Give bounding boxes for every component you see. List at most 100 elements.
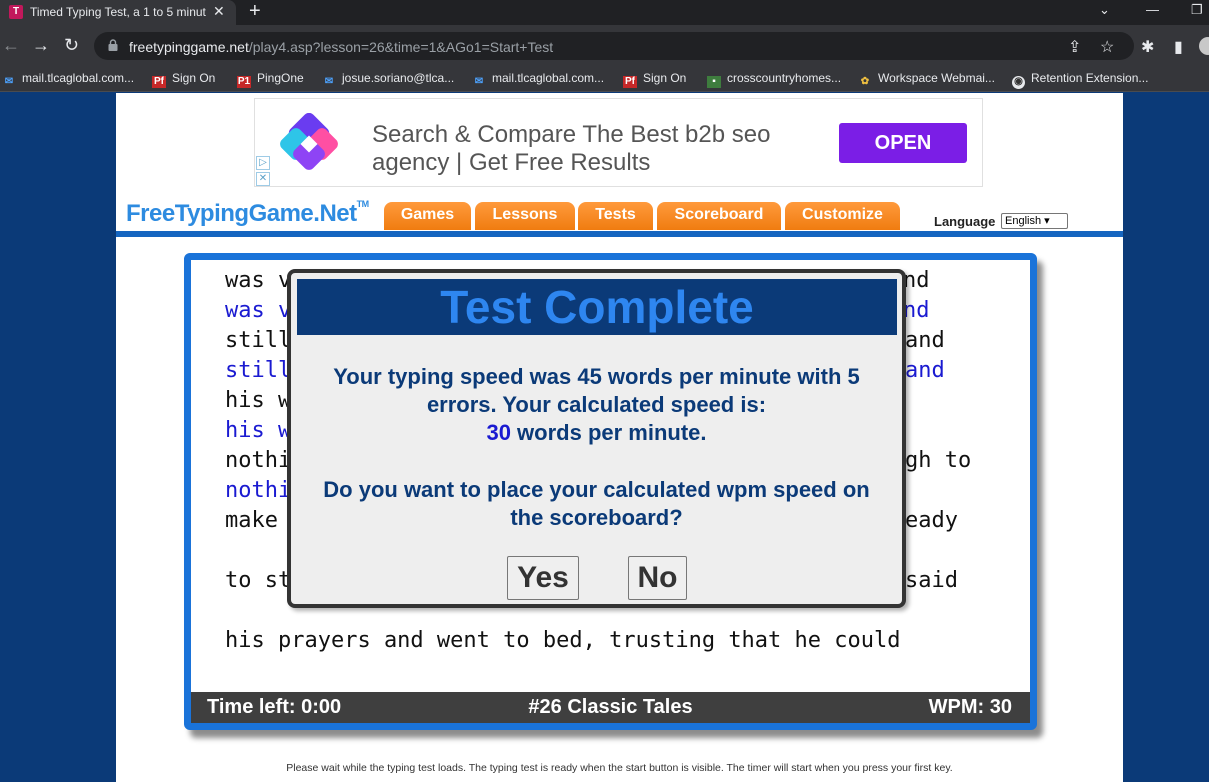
- loading-note: Please wait while the typing test loads.…: [286, 762, 953, 774]
- test-complete-dialog: Test Complete Your typing speed was 45 w…: [287, 269, 906, 608]
- bookmark-item[interactable]: ▪ crosscountryhomes...: [707, 71, 841, 88]
- ad-banner[interactable]: Search & Compare The Best b2b seo agency…: [254, 98, 983, 187]
- typed-line: still: [225, 358, 292, 383]
- text-line-tail: and: [905, 328, 945, 353]
- new-tab-icon[interactable]: +: [249, 0, 261, 23]
- tab-close-icon[interactable]: ✕: [213, 3, 225, 20]
- forward-icon[interactable]: →: [32, 35, 50, 55]
- typed-line-tail: and: [905, 358, 945, 383]
- ad-text: Search & Compare The Best b2b seo agency…: [372, 121, 771, 176]
- url-text: freetypinggame.net/play4.asp?lesson=26&t…: [129, 39, 553, 55]
- site-logo[interactable]: FreeTypingGame.NetTM: [126, 199, 369, 228]
- typed-line: his w: [225, 418, 292, 443]
- text-line: make: [225, 508, 278, 533]
- text-line-tail: said: [905, 568, 958, 593]
- back-icon[interactable]: ←: [2, 35, 20, 55]
- bookmark-item[interactable]: P1 PingOne: [237, 71, 304, 88]
- ad-logo-icon: [280, 113, 338, 170]
- dialog-title: Test Complete: [440, 281, 754, 333]
- bookmark-label: Retention Extension...: [1031, 71, 1149, 85]
- calculated-wpm: 30: [486, 420, 511, 445]
- lesson-title: #26 Classic Tales: [528, 696, 693, 718]
- result-line-2: errors. Your calculated speed is:: [426, 392, 767, 417]
- no-button[interactable]: No: [628, 556, 687, 600]
- workspace-icon: ✿: [860, 76, 870, 87]
- nav-games[interactable]: Games: [384, 202, 471, 230]
- address-bar[interactable]: freetypinggame.net/play4.asp?lesson=26&t…: [94, 32, 1134, 60]
- bookmark-label: crosscountryhomes...: [727, 71, 842, 85]
- bookmark-label: Sign On: [643, 71, 687, 85]
- result-line-3-suffix: words per minute.: [510, 420, 707, 445]
- address-toolbar: ← → ↻ freetypinggame.net/play4.asp?lesso…: [0, 25, 1209, 67]
- bookmarks-bar: ✉ mail.tlcaglobal.com... Pf Sign On P1 Ping…: [0, 67, 1209, 92]
- bookmark-star-icon[interactable]: ☆: [1100, 37, 1114, 57]
- url-path: /play4.asp?lesson=26&time=1&AGo1=Start+T…: [248, 39, 554, 55]
- typed-line: was v: [225, 298, 292, 323]
- language-label: Language: [934, 214, 996, 229]
- text-line: to st: [225, 568, 292, 593]
- text-line: was v: [225, 268, 292, 293]
- reload-icon[interactable]: ↻: [64, 35, 79, 55]
- bookmark-item[interactable]: ✉ josue.soriano@tlca...: [322, 71, 454, 88]
- scoreboard-question-2: the scoreboard?: [510, 505, 683, 530]
- text-line: his prayers and went to bed, trusting th…: [225, 628, 901, 653]
- result-line-1: Your typing speed was 45 words per minut…: [333, 364, 860, 389]
- tab-favicon-icon: T: [9, 5, 23, 19]
- side-panel-icon[interactable]: ▮: [1174, 37, 1183, 57]
- pf-icon: Pf: [152, 76, 166, 88]
- tab-search-icon[interactable]: ⌄: [1099, 2, 1110, 18]
- profile-avatar[interactable]: [1199, 37, 1209, 55]
- ad-open-button[interactable]: OPEN: [839, 123, 967, 163]
- typed-line: nothi: [225, 478, 292, 503]
- nav-customize[interactable]: Customize: [785, 202, 900, 230]
- text-line-tail: eady: [905, 508, 958, 533]
- bookmark-label: mail.tlcaglobal.com...: [492, 71, 605, 85]
- minimize-window-icon[interactable]: —: [1146, 2, 1159, 17]
- bookmark-item[interactable]: ✉ mail.tlcaglobal.com...: [2, 71, 134, 88]
- pingone-icon: P1: [237, 76, 251, 88]
- house-icon: ▪: [707, 76, 721, 88]
- text-line-tail: gh to: [905, 448, 972, 473]
- bookmark-label: PingOne: [257, 71, 304, 85]
- scoreboard-question-1: Do you want to place your calculated wpm…: [323, 477, 870, 502]
- dialog-header: Test Complete: [297, 279, 897, 335]
- tab-strip: T Timed Typing Test, a 1 to 5 minut ✕ + …: [0, 0, 1209, 25]
- lock-icon: [108, 39, 118, 51]
- mail-icon: ✉: [474, 76, 484, 87]
- trademark: TM: [356, 199, 370, 209]
- tab-title: Timed Typing Test, a 1 to 5 minut: [30, 5, 206, 19]
- text-line: his w: [225, 388, 292, 413]
- browser-tab[interactable]: T Timed Typing Test, a 1 to 5 minut ✕: [0, 0, 236, 25]
- adchoices-icon[interactable]: ▷: [256, 156, 270, 170]
- nav-lessons[interactable]: Lessons: [475, 202, 575, 230]
- text-line-tail: nd: [903, 268, 930, 293]
- bookmark-label: josue.soriano@tlca...: [342, 71, 455, 85]
- wpm-readout: WPM: 30: [928, 696, 1012, 718]
- mail-icon: ✉: [4, 76, 14, 87]
- typed-line-tail: nd: [903, 298, 930, 323]
- yes-button[interactable]: Yes: [507, 556, 579, 600]
- ad-close-icon[interactable]: ✕: [256, 172, 270, 186]
- bookmark-label: Sign On: [172, 71, 216, 85]
- restore-window-icon[interactable]: ❐: [1191, 2, 1203, 18]
- bookmark-item[interactable]: ✉ mail.tlcaglobal.com...: [472, 71, 604, 88]
- status-bar: Time left: 0:00 #26 Classic Tales WPM: 3…: [191, 692, 1030, 723]
- bookmark-item[interactable]: ◉ Retention Extension...: [1012, 71, 1148, 89]
- share-icon[interactable]: ⇪: [1068, 37, 1081, 57]
- bookmark-label: Workspace Webmai...: [878, 71, 995, 85]
- nav-scoreboard[interactable]: Scoreboard: [657, 202, 781, 230]
- language-select[interactable]: English ▾: [1001, 213, 1068, 229]
- header-divider: [116, 231, 1123, 237]
- nav-tests[interactable]: Tests: [578, 202, 653, 230]
- bookmark-item[interactable]: Pf Sign On: [152, 71, 215, 88]
- extensions-puzzle-icon[interactable]: ✱: [1141, 37, 1154, 57]
- text-line: still: [225, 328, 292, 353]
- bookmark-item[interactable]: ✿ Workspace Webmai...: [858, 71, 995, 88]
- bookmark-label: mail.tlcaglobal.com...: [22, 71, 135, 85]
- site-logo-text: FreeTypingGame.Net: [126, 200, 357, 227]
- globe-icon: ◉: [1012, 76, 1025, 89]
- pf-icon: Pf: [623, 76, 637, 88]
- mail-icon: ✉: [324, 76, 334, 87]
- result-line-3: 30 words per minute.: [291, 419, 902, 447]
- bookmark-item[interactable]: Pf Sign On: [623, 71, 686, 88]
